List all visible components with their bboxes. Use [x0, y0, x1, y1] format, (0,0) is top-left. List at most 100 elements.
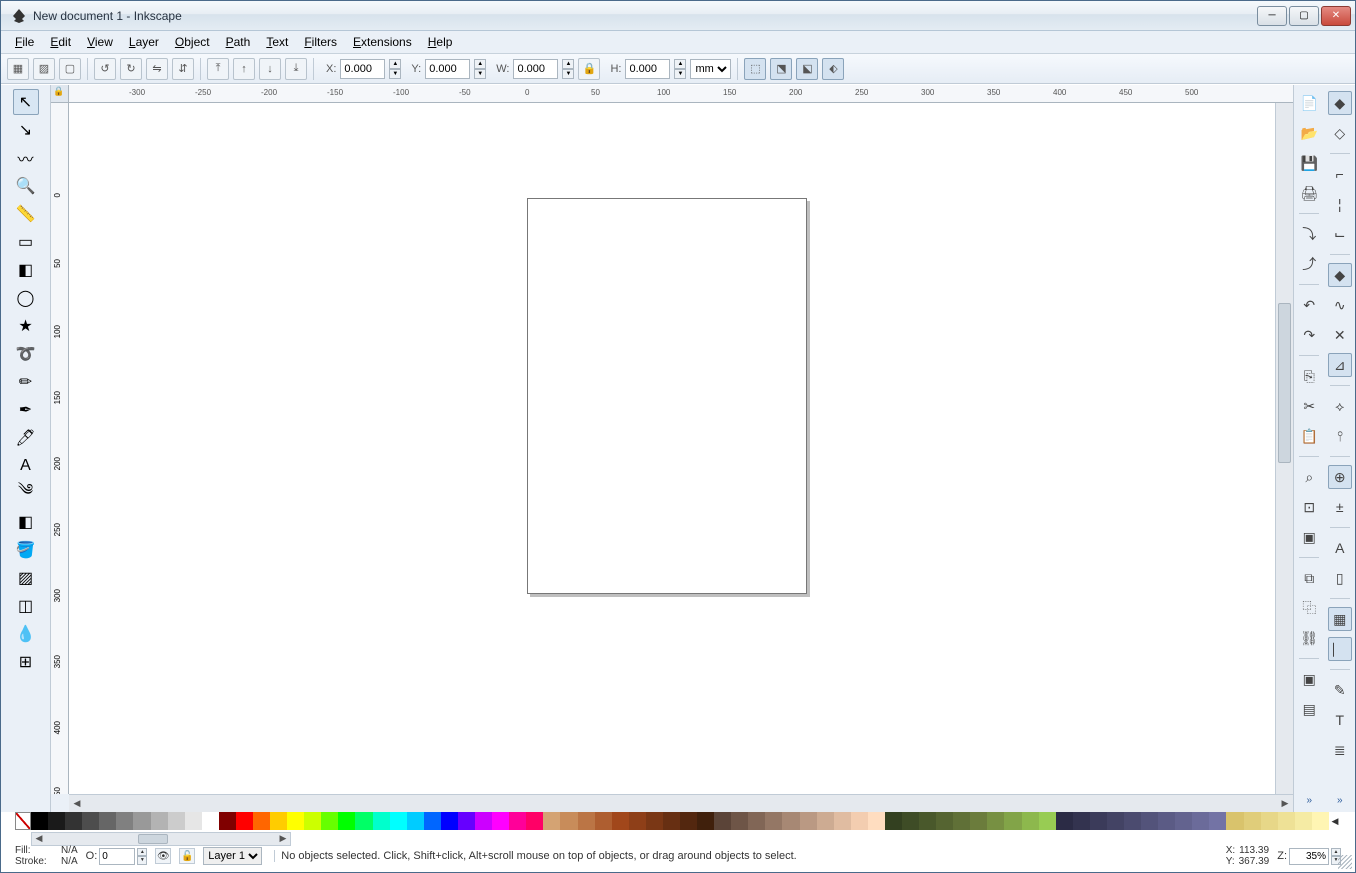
- color-swatch[interactable]: [868, 812, 885, 830]
- color-swatch[interactable]: [629, 812, 646, 830]
- color-swatch[interactable]: [270, 812, 287, 830]
- palette-scroll-right[interactable]: ▶: [276, 833, 290, 845]
- color-swatch[interactable]: [236, 812, 253, 830]
- snap-text-button[interactable]: A: [1328, 536, 1352, 560]
- ruler-corner[interactable]: 🔒: [51, 85, 69, 103]
- canvas[interactable]: [69, 103, 1275, 794]
- color-swatch[interactable]: [1312, 812, 1329, 830]
- color-swatch[interactable]: [663, 812, 680, 830]
- menu-file[interactable]: File: [7, 32, 42, 52]
- snap-smooth-button[interactable]: ⟡: [1328, 394, 1352, 418]
- snap-grid-button[interactable]: ▦: [1328, 607, 1352, 631]
- guide-lock-icon[interactable]: 🔒: [53, 86, 64, 97]
- gradient-tool[interactable]: ▨: [13, 565, 39, 591]
- affect-corners-button[interactable]: ⬔: [770, 58, 792, 80]
- palette-scroll-track[interactable]: [46, 833, 276, 845]
- measure-tool[interactable]: 📏: [13, 201, 39, 227]
- layer-select[interactable]: Layer 1: [203, 847, 262, 865]
- pencil-tool[interactable]: ✏: [13, 369, 39, 395]
- 3d-box-tool[interactable]: ◧: [13, 257, 39, 283]
- node-connector-tool[interactable]: ◫: [13, 593, 39, 619]
- affect-stroke-button[interactable]: ⬚: [744, 58, 766, 80]
- color-swatch[interactable]: [185, 812, 202, 830]
- y-spinner[interactable]: ▲▼: [474, 59, 486, 79]
- raise-button[interactable]: ↑: [233, 58, 255, 80]
- color-swatch[interactable]: [526, 812, 543, 830]
- rotate-ccw-button[interactable]: ↺: [94, 58, 116, 80]
- palette-menu-button[interactable]: ◀: [1329, 812, 1341, 830]
- select-tool[interactable]: ↖: [13, 89, 39, 115]
- close-button[interactable]: ✕: [1321, 6, 1351, 26]
- y-input[interactable]: [425, 59, 470, 79]
- color-swatch[interactable]: [834, 812, 851, 830]
- minimize-button[interactable]: ─: [1257, 6, 1287, 26]
- duplicate-button[interactable]: ⧉: [1297, 566, 1321, 590]
- color-swatch[interactable]: [1141, 812, 1158, 830]
- color-swatch[interactable]: [355, 812, 372, 830]
- color-swatch[interactable]: [31, 812, 48, 830]
- snap-page-button[interactable]: ▯: [1328, 566, 1352, 590]
- flip-h-button[interactable]: ⇋: [146, 58, 168, 80]
- import-button[interactable]: ⤵: [1297, 222, 1321, 246]
- undo-button[interactable]: ↶: [1297, 293, 1321, 317]
- menu-extensions[interactable]: Extensions: [345, 32, 420, 52]
- flip-v-button[interactable]: ⇵: [172, 58, 194, 80]
- print-doc-button[interactable]: 🖨: [1297, 181, 1321, 205]
- h-scroll-right[interactable]: ▶: [1277, 798, 1293, 809]
- zoom-tool[interactable]: 🔍: [13, 173, 39, 199]
- color-swatch[interactable]: [321, 812, 338, 830]
- color-swatch[interactable]: [1022, 812, 1039, 830]
- x-spinner[interactable]: ▲▼: [389, 59, 401, 79]
- dropper-tool[interactable]: 💧: [13, 621, 39, 647]
- x-input[interactable]: [340, 59, 385, 79]
- color-swatch[interactable]: [851, 812, 868, 830]
- color-swatch[interactable]: [1004, 812, 1021, 830]
- spray-tool[interactable]: ༄: [13, 481, 39, 507]
- more-chevron[interactable]: »: [1306, 795, 1312, 806]
- color-swatch[interactable]: [304, 812, 321, 830]
- h-input[interactable]: [625, 59, 670, 79]
- color-swatch[interactable]: [714, 812, 731, 830]
- snap-bbox-button[interactable]: ⌙: [1328, 222, 1352, 246]
- snap-line-button[interactable]: ⫯: [1328, 424, 1352, 448]
- affect-pattern-button[interactable]: ⬖: [822, 58, 844, 80]
- color-swatch[interactable]: [543, 812, 560, 830]
- h-scroll-track[interactable]: [85, 797, 1277, 811]
- fill-stroke-button[interactable]: ◆: [1328, 91, 1352, 115]
- calligraphy-tool[interactable]: 🖊: [13, 425, 39, 451]
- snap-path-button[interactable]: ∿: [1328, 293, 1352, 317]
- h-spinner[interactable]: ▲▼: [674, 59, 686, 79]
- color-swatch[interactable]: [48, 812, 65, 830]
- color-swatch[interactable]: [748, 812, 765, 830]
- palette-scroll-left[interactable]: ◀: [32, 833, 46, 845]
- color-swatch[interactable]: [1039, 812, 1056, 830]
- color-swatch[interactable]: [680, 812, 697, 830]
- color-swatch[interactable]: [1278, 812, 1295, 830]
- w-spinner[interactable]: ▲▼: [562, 59, 574, 79]
- lower-bottom-button[interactable]: ⤓: [285, 58, 307, 80]
- rotate-cw-button[interactable]: ↻: [120, 58, 142, 80]
- color-swatch[interactable]: [82, 812, 99, 830]
- snap-guide-button[interactable]: ⎸: [1328, 637, 1352, 661]
- snap-node-button[interactable]: ◆: [1328, 263, 1352, 287]
- cut-button[interactable]: ✂: [1297, 394, 1321, 418]
- select-all-button[interactable]: ▨: [33, 58, 55, 80]
- color-swatch[interactable]: [1090, 812, 1107, 830]
- palette-scrollbar[interactable]: ◀ ▶: [31, 832, 291, 846]
- layers-button[interactable]: ≣: [1328, 738, 1352, 762]
- menu-object[interactable]: Object: [167, 32, 218, 52]
- color-swatch[interactable]: [390, 812, 407, 830]
- color-swatch[interactable]: [458, 812, 475, 830]
- color-swatch[interactable]: [1073, 812, 1090, 830]
- ellipse-tool[interactable]: ◯: [13, 285, 39, 311]
- menu-text[interactable]: Text: [258, 32, 296, 52]
- new-doc-button[interactable]: 📄: [1297, 91, 1321, 115]
- copy-button[interactable]: ⎘: [1297, 364, 1321, 388]
- paste-button[interactable]: 📋: [1297, 424, 1321, 448]
- color-swatch[interactable]: [202, 812, 219, 830]
- unit-select[interactable]: mm: [690, 59, 731, 79]
- zoom-page-button[interactable]: ▣: [1297, 525, 1321, 549]
- color-swatch[interactable]: [1226, 812, 1243, 830]
- color-swatch[interactable]: [253, 812, 270, 830]
- horizontal-ruler[interactable]: -300-250-200-150-100-5005010015020025030…: [69, 85, 1293, 103]
